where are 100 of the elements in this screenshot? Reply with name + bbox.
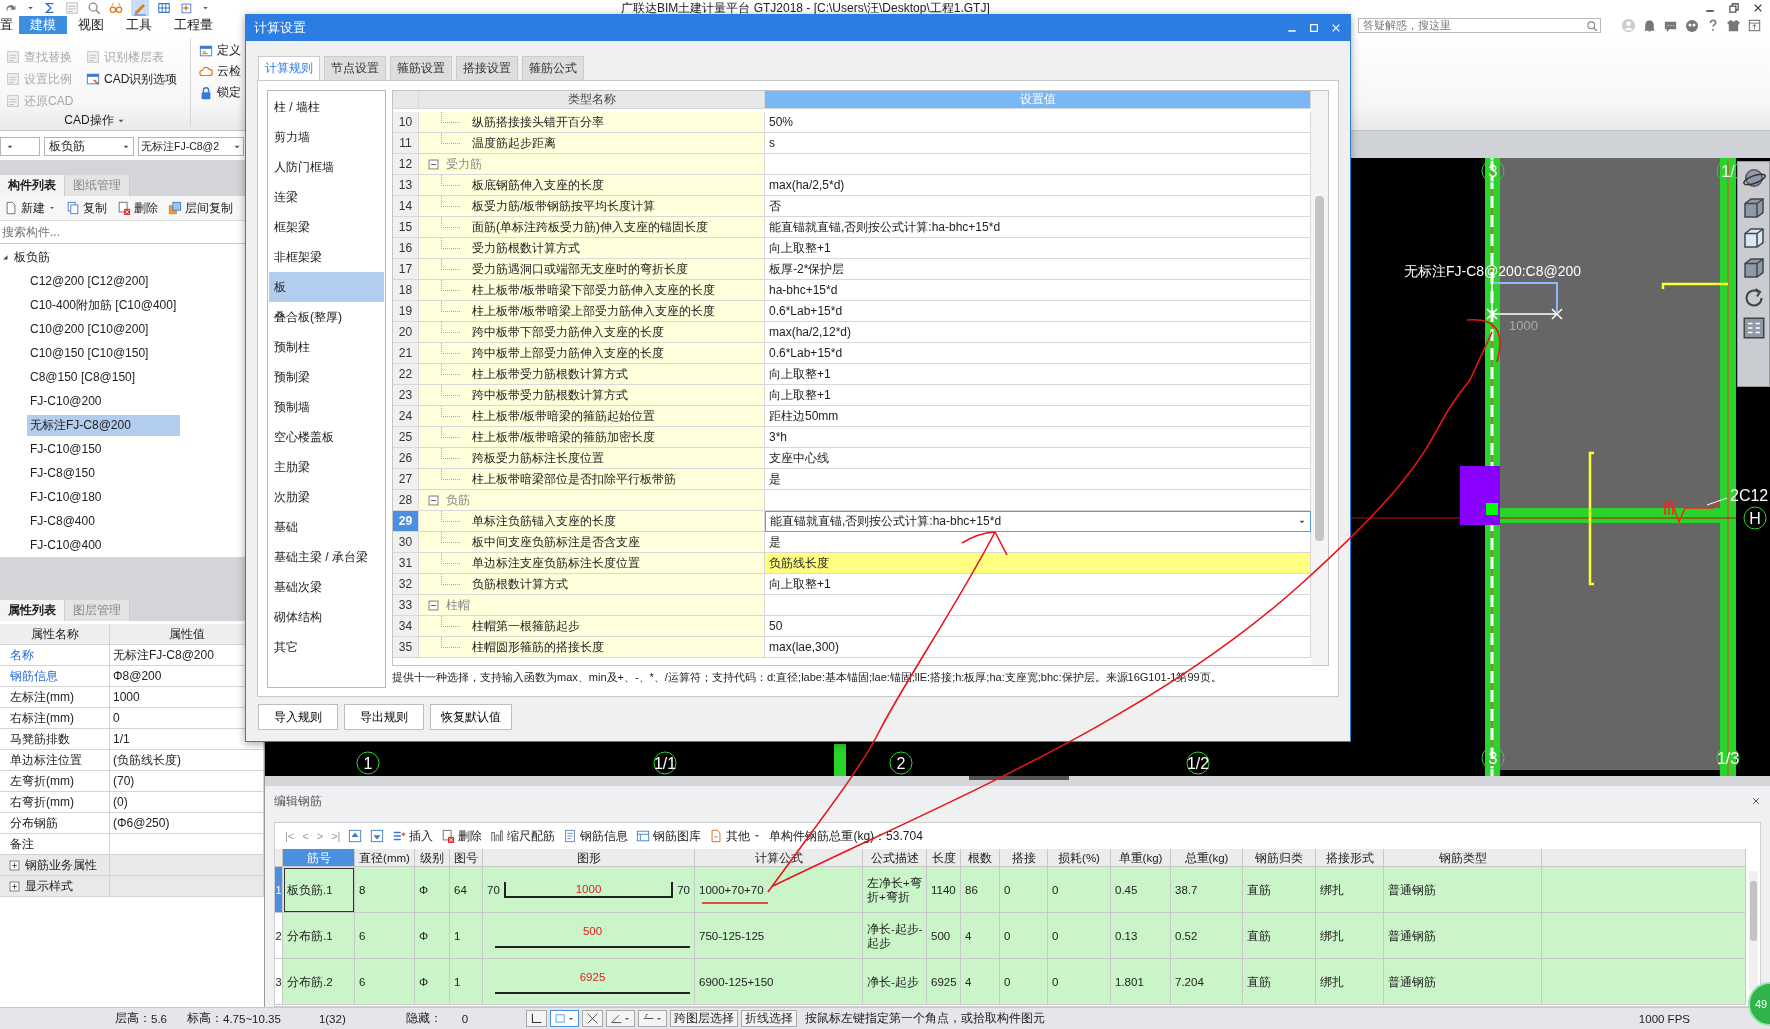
category-item[interactable]: 基础主梁 / 承台梁 [269, 542, 384, 572]
category-item[interactable]: 柱 / 墙柱 [269, 92, 384, 122]
row-number[interactable]: 12 [393, 154, 419, 175]
tree-item[interactable]: C10@200 [C10@200] [27, 318, 180, 340]
property-value[interactable]: (负筋线长度) [110, 750, 264, 771]
dialog-button[interactable]: 导入规则 [258, 704, 338, 730]
rule-value[interactable]: ha-bhc+15*d [765, 280, 1311, 301]
column-header[interactable]: 损耗(%) [1048, 849, 1111, 867]
column-header[interactable]: 总重(kg) [1171, 849, 1243, 867]
column-header[interactable]: 钢筋归类 [1243, 849, 1316, 867]
category-item[interactable]: 预制墙 [269, 392, 384, 422]
toolbar-button[interactable]: 钢筋图库 [636, 827, 702, 845]
ribbon-tab[interactable]: 工程量 [163, 16, 224, 34]
mode-button[interactable]: 折线选择 [741, 1010, 798, 1027]
row-number[interactable]: 30 [393, 532, 419, 553]
tree-item[interactable]: FJ-C10@180 [27, 486, 180, 508]
row-number[interactable]: 34 [393, 616, 419, 637]
category-item[interactable]: 预制梁 [269, 362, 384, 392]
dialog-button[interactable]: 导出规则 [344, 704, 424, 730]
panel-tab[interactable]: 属性列表 [0, 600, 65, 621]
ribbon-button[interactable]: 云检 [199, 63, 241, 80]
category-item[interactable]: 预制柱 [269, 332, 384, 362]
row-number[interactable]: 3 [275, 959, 283, 1005]
toolbar-button[interactable]: 插入 [392, 827, 434, 845]
row-number[interactable]: 15 [393, 217, 419, 238]
ribbon-tab[interactable]: 置 [0, 16, 19, 34]
group-row[interactable]: 受力筋 [419, 154, 765, 175]
tree-item[interactable]: FJ-C8@150 [27, 462, 180, 484]
rule-value[interactable]: 负筋线长度 [765, 553, 1311, 574]
row-number[interactable]: 14 [393, 196, 419, 217]
row-number[interactable]: 26 [393, 448, 419, 469]
category-item[interactable]: 框架梁 [269, 212, 384, 242]
toolbar-button[interactable]: 删除 [441, 827, 483, 845]
category-item[interactable]: 砌体结构 [269, 602, 384, 632]
ribbon-button[interactable]: CAD识别选项 [86, 68, 192, 90]
rule-value[interactable]: s [765, 133, 1311, 154]
rule-value[interactable]: 0.6*Lab+15*d [765, 301, 1311, 322]
tree-item[interactable]: C10@150 [C10@150] [27, 342, 180, 364]
column-header[interactable]: 计算公式 [695, 849, 863, 867]
row-number[interactable]: 18 [393, 280, 419, 301]
group-menu[interactable]: CAD操作 [64, 112, 126, 131]
category-item[interactable]: 板 [269, 272, 384, 302]
toolbar-button[interactable]: 层间复制 [168, 199, 233, 217]
group-row[interactable]: 负筋 [419, 490, 765, 511]
row-number[interactable]: 27 [393, 469, 419, 490]
rule-value[interactable]: 向上取整+1 [765, 238, 1311, 259]
ribbon-tab[interactable]: 工具 [115, 16, 163, 34]
row-number[interactable]: 2 [275, 913, 283, 959]
column-header[interactable]: 公式描述 [863, 849, 927, 867]
row-number[interactable]: 22 [393, 364, 419, 385]
tab[interactable]: 搭接设置 [456, 56, 518, 80]
toolbar-button[interactable]: 其他 [709, 827, 762, 845]
rule-value[interactable]: 3*h [765, 427, 1311, 448]
dialog-button[interactable]: 恢复默认值 [430, 704, 512, 730]
column-header[interactable]: 根数 [961, 849, 1000, 867]
column-header[interactable]: 搭接 [1000, 849, 1048, 867]
rule-value[interactable]: 0.6*Lab+15*d [765, 343, 1311, 364]
category-item[interactable]: 其它 [269, 632, 384, 662]
tab[interactable]: 节点设置 [324, 56, 386, 80]
column-header[interactable]: 图形 [483, 849, 695, 867]
category-item[interactable]: 主肋梁 [269, 452, 384, 482]
tree-item[interactable]: 板负筋 [14, 248, 50, 266]
column-header[interactable]: 直径(mm) [355, 849, 415, 867]
rule-value[interactable]: max(ha/2,5*d) [765, 175, 1311, 196]
tab[interactable]: 计算规则 [258, 56, 320, 80]
row-number[interactable]: 25 [393, 427, 419, 448]
property-group[interactable]: 钢筋业务属性 [0, 855, 110, 876]
panel-tab[interactable]: 构件列表 [0, 175, 65, 196]
row-number[interactable]: 13 [393, 175, 419, 196]
row-number[interactable]: 11 [393, 133, 419, 154]
tab[interactable]: 箍筋公式 [522, 56, 584, 80]
property-group[interactable]: 显示样式 [0, 876, 110, 897]
tree-item[interactable]: C8@150 [C8@150] [27, 366, 180, 388]
tab[interactable]: 箍筋设置 [390, 56, 452, 80]
ribbon-button[interactable]: 定义 [199, 42, 241, 59]
rule-value[interactable]: 板厚-2*保护层 [765, 259, 1311, 280]
ribbon-tab[interactable]: 视图 [67, 16, 115, 34]
rule-value[interactable]: 向上取整+1 [765, 574, 1311, 595]
column-header[interactable]: 搭接形式 [1316, 849, 1384, 867]
row-number[interactable]: 10 [393, 112, 419, 133]
row-number[interactable]: 23 [393, 385, 419, 406]
row-number[interactable]: 17 [393, 259, 419, 280]
row-number[interactable]: 21 [393, 343, 419, 364]
tree-item[interactable]: 无标注FJ-C8@200 [27, 414, 180, 436]
tree-item[interactable]: FJ-C10@400 [27, 534, 180, 556]
column-header[interactable]: 长度 [927, 849, 961, 867]
row-number[interactable]: 33 [393, 595, 419, 616]
rule-value[interactable]: max(ha/2,12*d) [765, 322, 1311, 343]
toolbar-button[interactable]: 复制 [66, 199, 107, 217]
category-item[interactable]: 基础次梁 [269, 572, 384, 602]
row-number[interactable]: 28 [393, 490, 419, 511]
tree-item[interactable]: C10-400附加筋 [C10@400] [27, 294, 180, 316]
property-value[interactable]: (0) [110, 792, 264, 813]
rule-value[interactable]: 否 [765, 196, 1311, 217]
value-dropdown[interactable]: 能直锚就直锚,否则按公式计算:ha-bhc+15*d [765, 511, 1311, 532]
category-item[interactable]: 连梁 [269, 182, 384, 212]
column-header[interactable]: 级别 [415, 849, 450, 867]
rule-value[interactable]: 是 [765, 469, 1311, 490]
mode-button[interactable]: 跨图层选择 [670, 1010, 739, 1027]
category-item[interactable]: 人防门框墙 [269, 152, 384, 182]
